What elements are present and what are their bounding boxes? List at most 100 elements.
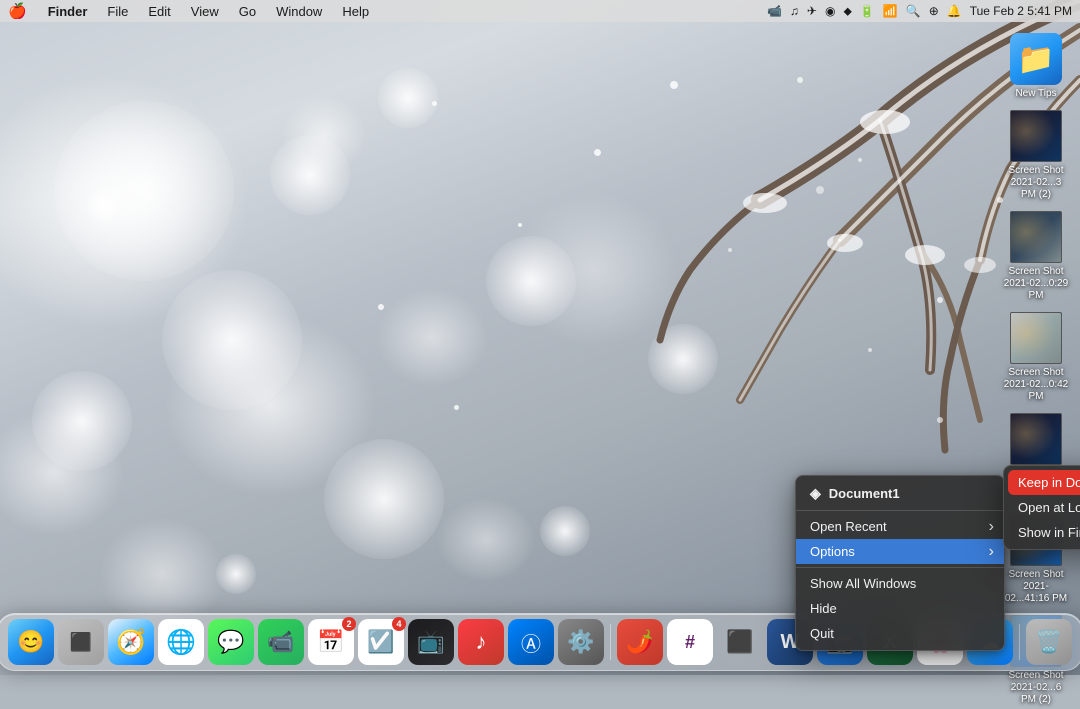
dock-icon-appstore[interactable]: Ⓐ — [508, 619, 554, 665]
search-icon[interactable]: 🔍 — [906, 4, 921, 18]
context-menu-divider2 — [796, 567, 1004, 568]
dock-icon-facetime[interactable]: 📹 — [258, 619, 304, 665]
context-menu: ◈ Document1 Open Recent Options Show All… — [795, 475, 1005, 651]
dock-icon-launchpad2[interactable]: ⬛ — [717, 619, 763, 665]
chrome-icon: 🌐 — [166, 628, 196, 657]
snowflake — [454, 405, 459, 410]
tree-decoration — [380, 0, 1080, 500]
snowflake — [378, 304, 384, 310]
slack-icon: # — [685, 632, 695, 653]
menubar-view[interactable]: View — [188, 4, 222, 19]
menubar-help[interactable]: Help — [339, 4, 372, 19]
dock-icon-calendar[interactable]: 📅 2 — [308, 619, 354, 665]
dock-icon-reminders[interactable]: ☑️ 4 — [358, 619, 404, 665]
bokeh-circle — [270, 135, 350, 215]
system-preferences-icon: ⚙️ — [567, 629, 594, 655]
bokeh-circle — [162, 270, 302, 410]
snowflake — [594, 149, 601, 156]
desktop-icons: 📁 New Tips Screen Shot 2021-02...3 PM (2… — [1000, 30, 1072, 709]
video-icon[interactable]: 📹 — [767, 4, 782, 18]
facetime-icon: 📹 — [267, 629, 294, 655]
calendar-badge: 2 — [342, 617, 356, 631]
dock-icon-finder[interactable]: 😊 — [8, 619, 54, 665]
music-icon: ♪ — [476, 629, 487, 655]
screenshot3-label: Screen Shot 2021-02...0:42 PM — [1003, 367, 1069, 403]
dock-icon-slack[interactable]: # — [667, 619, 713, 665]
context-menu-options[interactable]: Options — [796, 539, 1004, 564]
context-menu-quit[interactable]: Quit — [796, 621, 1004, 646]
menubar: 🍎 Finder File Edit View Go Window Help 📹… — [0, 0, 1080, 22]
menubar-file[interactable]: File — [104, 4, 131, 19]
launchpad2-icon: ⬛ — [726, 629, 753, 655]
dock-icon-chrome[interactable]: 🌐 — [158, 619, 204, 665]
notification-icon[interactable]: 🔔 — [947, 4, 962, 18]
battery-icon[interactable]: 🔋 — [860, 4, 875, 18]
dock-icon-tv[interactable]: 📺 — [408, 619, 454, 665]
submenu-show-in-finder[interactable]: Show in Finder — [1004, 520, 1080, 545]
screenshot5-label: Screen Shot 2021-02...41:16 PM — [1003, 569, 1069, 605]
menubar-window[interactable]: Window — [273, 4, 325, 19]
paprika-icon: 🌶️ — [626, 629, 653, 655]
flight-icon[interactable]: ✈ — [807, 4, 817, 18]
document-icon: ◈ — [810, 485, 821, 502]
context-menu-show-all-windows[interactable]: Show All Windows — [796, 571, 1004, 596]
reminders-icon: ☑️ — [367, 629, 394, 655]
bokeh-circle — [216, 554, 256, 594]
menubar-finder[interactable]: Finder — [45, 4, 91, 19]
dock-separator — [610, 624, 611, 660]
apple-logo[interactable]: 🍎 — [8, 2, 27, 20]
safari-icon: 🧭 — [116, 628, 146, 657]
dock-icon-messages[interactable]: 💬 — [208, 619, 254, 665]
dock-separator-2 — [1019, 624, 1020, 660]
dock-icon-launchpad[interactable]: ⬛ — [58, 619, 104, 665]
context-menu-header: ◈ Document1 — [796, 480, 1004, 507]
menubar-time: Tue Feb 2 5:41 PM — [970, 4, 1072, 18]
menubar-edit[interactable]: Edit — [145, 4, 173, 19]
music-icon[interactable]: ♫ — [790, 4, 799, 18]
menubar-go[interactable]: Go — [236, 4, 259, 19]
context-menu-open-recent[interactable]: Open Recent — [796, 514, 1004, 539]
dock-icon-music[interactable]: ♪ — [458, 619, 504, 665]
screenshot1-label: Screen Shot 2021-02...3 PM (2) — [1003, 165, 1069, 201]
menubar-right: 📹 ♫ ✈ ◉ ⬥ 🔋 📶 🔍 ⊕ 🔔 Tue Feb 2 5:41 PM — [767, 4, 1072, 19]
dock-icon-trash[interactable]: 🗑️ — [1026, 619, 1072, 665]
submenu: Keep in Dock Open at Login Show in Finde… — [1003, 465, 1080, 550]
appstore-icon: Ⓐ — [521, 628, 541, 657]
reminders-badge: 4 — [392, 617, 406, 631]
desktop-icon-screenshot1[interactable]: Screen Shot 2021-02...3 PM (2) — [1000, 107, 1072, 204]
messages-icon: 💬 — [217, 629, 244, 655]
dock-icon-system-preferences[interactable]: ⚙️ — [558, 619, 604, 665]
launchpad-icon: ⬛ — [70, 632, 92, 653]
dock-icon-paprika[interactable]: 🌶️ — [617, 619, 663, 665]
bokeh-circle — [54, 101, 234, 281]
wifi-icon[interactable]: ◉ — [825, 4, 835, 18]
control-icon[interactable]: ⊕ — [929, 4, 939, 18]
submenu-keep-in-dock[interactable]: Keep in Dock — [1008, 470, 1080, 495]
tv-icon: 📺 — [417, 629, 444, 655]
context-menu-divider — [796, 510, 1004, 511]
new-tips-label: New Tips — [1015, 88, 1056, 100]
screenshot2-icon — [1010, 211, 1062, 263]
desktop-icon-new-tips[interactable]: 📁 New Tips — [1000, 30, 1072, 103]
menubar-left: 🍎 Finder File Edit View Go Window Help — [8, 2, 372, 20]
bluetooth-icon[interactable]: ⬥ — [843, 4, 851, 19]
finder-icon: 😊 — [17, 629, 44, 655]
snowflake — [670, 81, 678, 89]
bokeh-circle — [32, 371, 132, 471]
context-menu-hide[interactable]: Hide — [796, 596, 1004, 621]
screenshot4-icon — [1010, 413, 1062, 465]
trash-icon: 🗑️ — [1035, 629, 1062, 655]
screenshot1-icon — [1010, 110, 1062, 162]
bokeh-circle — [540, 506, 590, 556]
screenshot6-label: Screen Shot 2021-02...6 PM (2) — [1003, 670, 1069, 706]
submenu-open-at-login[interactable]: Open at Login — [1004, 495, 1080, 520]
screenshot3-icon — [1010, 312, 1062, 364]
wifi-bars-icon[interactable]: 📶 — [883, 4, 898, 18]
screenshot2-label: Screen Shot 2021-02...0:29 PM — [1003, 266, 1069, 302]
new-tips-folder-icon: 📁 — [1010, 33, 1062, 85]
dock-icon-safari[interactable]: 🧭 — [108, 619, 154, 665]
calendar-icon: 📅 — [317, 629, 344, 655]
desktop-icon-screenshot3[interactable]: Screen Shot 2021-02...0:42 PM — [1000, 309, 1072, 406]
context-menu-title: Document1 — [829, 486, 900, 501]
desktop-icon-screenshot2[interactable]: Screen Shot 2021-02...0:29 PM — [1000, 208, 1072, 305]
